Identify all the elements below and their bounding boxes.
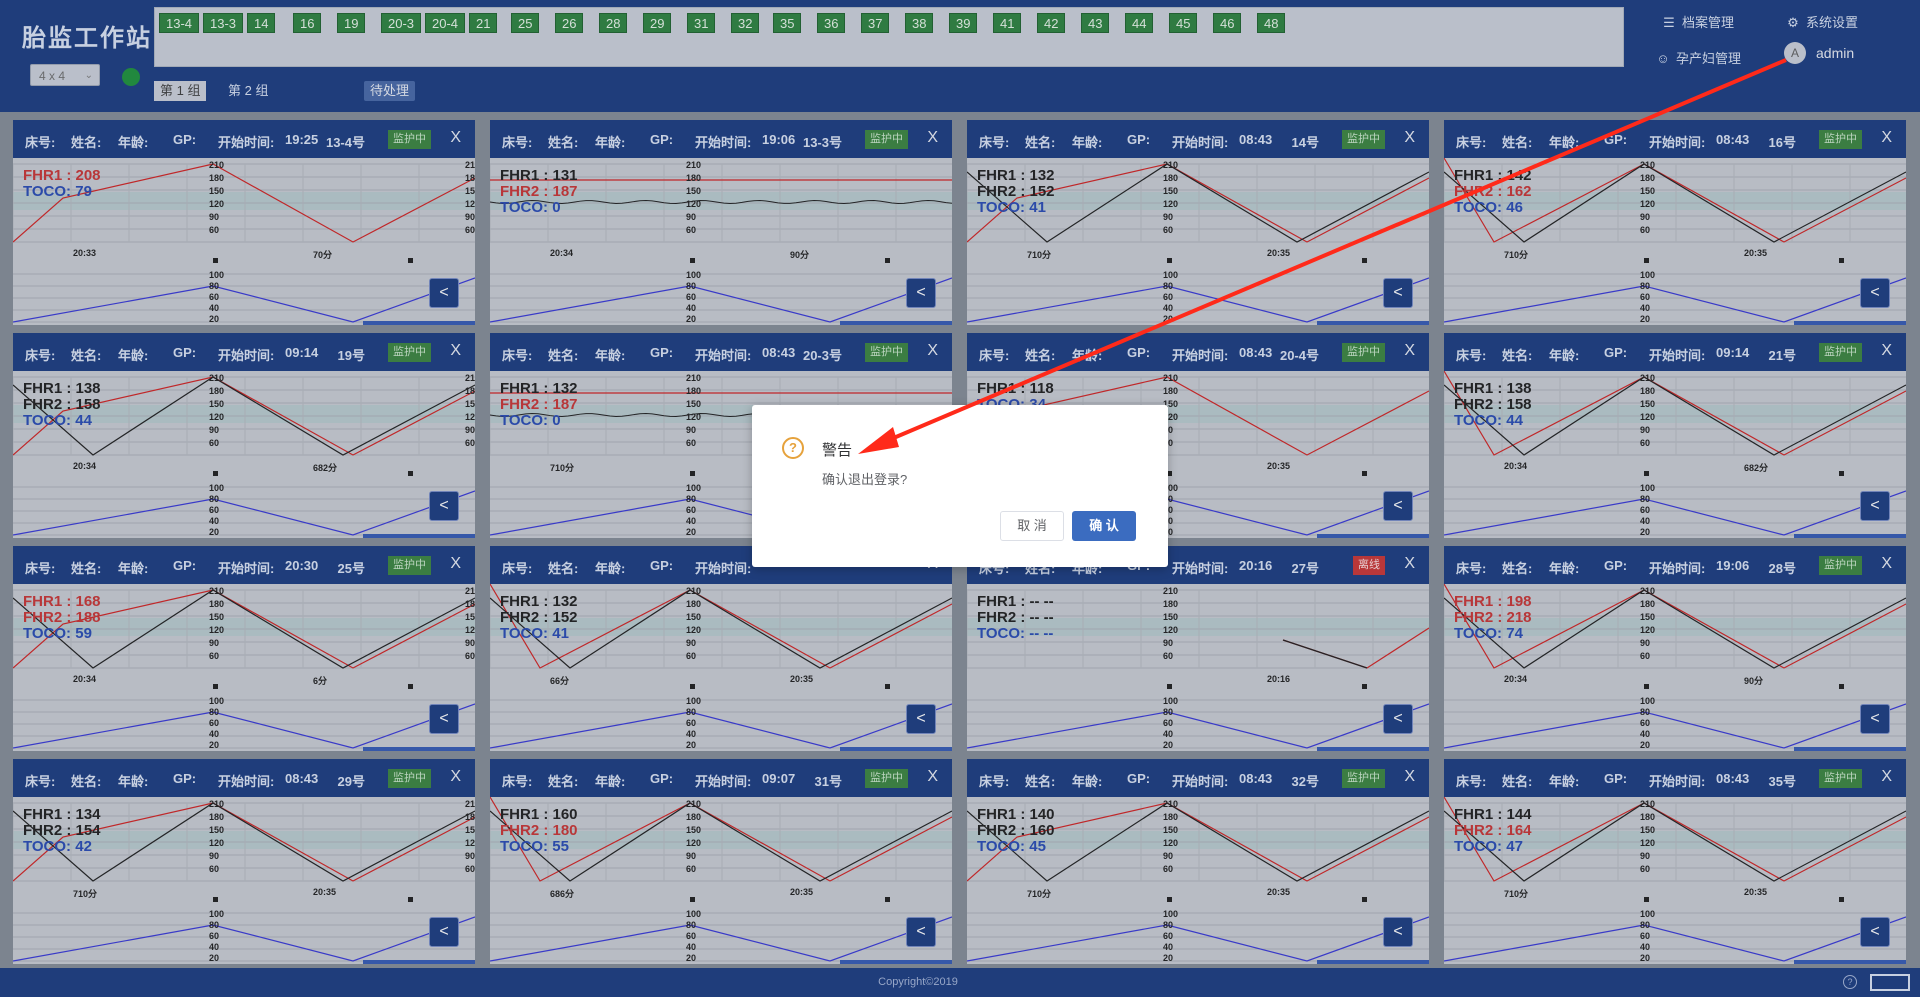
logout-confirm-dialog: ? 警告 确认退出登录? 取 消 确 认 bbox=[752, 405, 1168, 567]
question-icon: ? bbox=[782, 437, 804, 459]
dialog-title: 警告 bbox=[822, 442, 853, 459]
dialog-message: 确认退出登录? bbox=[822, 472, 908, 487]
cancel-button[interactable]: 取 消 bbox=[1000, 511, 1064, 541]
confirm-button[interactable]: 确 认 bbox=[1072, 511, 1136, 541]
